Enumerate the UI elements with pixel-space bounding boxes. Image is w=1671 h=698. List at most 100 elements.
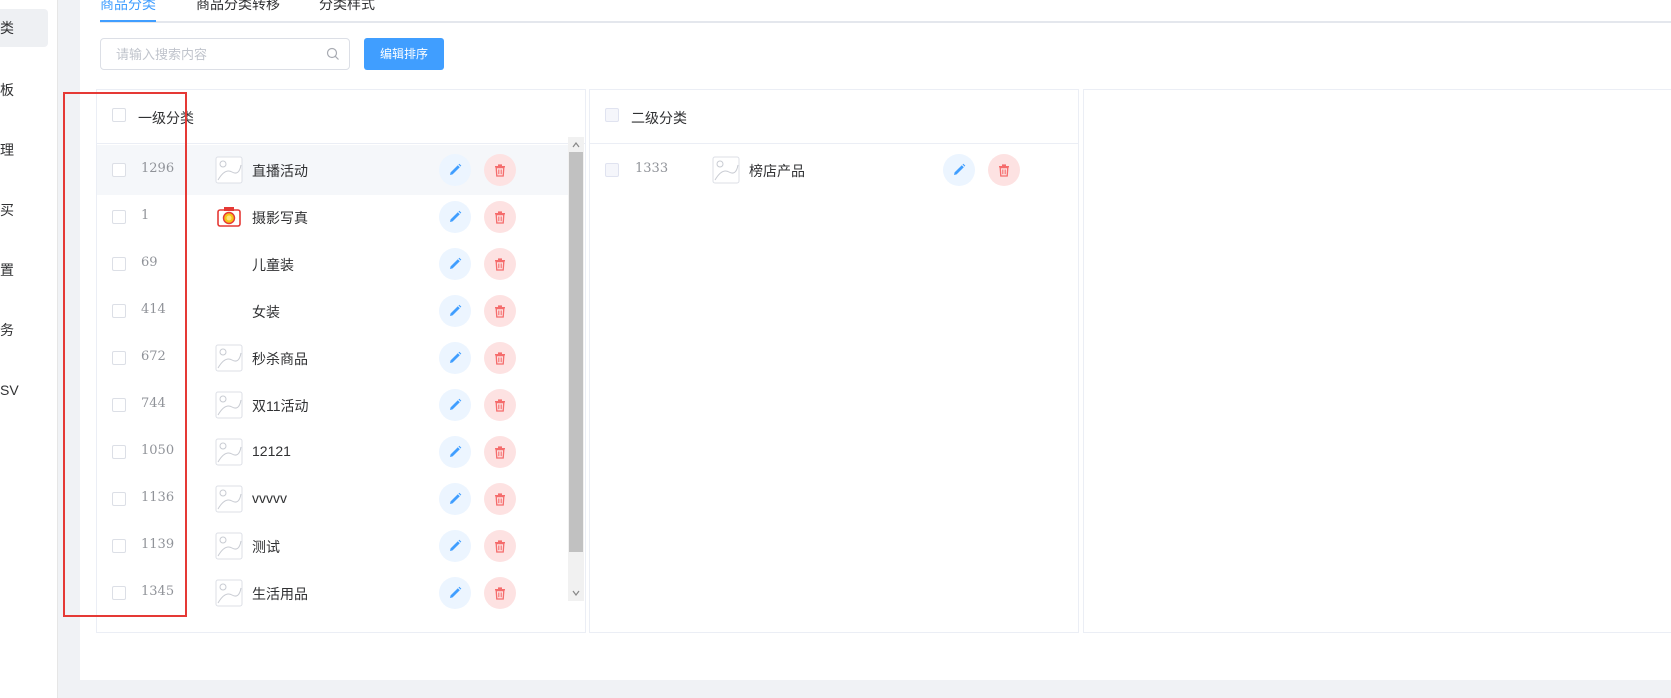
trash-icon [495,211,505,224]
sidebar-item-csv[interactable]: SV [0,371,48,409]
sidebar-item-settings[interactable]: 置 [0,251,48,289]
pencil-icon [450,163,462,175]
pencil-icon [450,351,462,363]
row-checkbox[interactable] [605,163,619,177]
sidebar-item-label: 务 [0,322,14,338]
image-placeholder-icon [712,156,740,184]
row-checkbox[interactable] [112,586,126,600]
sidebar: 类 板 理 买 置 务 SV [0,0,58,698]
category-name: 榜店产品 [749,163,805,179]
delete-button[interactable] [484,248,516,280]
sidebar-item-service[interactable]: 务 [0,311,48,349]
row-checkbox[interactable] [112,163,126,177]
image-placeholder-icon [215,532,243,560]
category-id: 1136 [141,490,175,505]
list-item[interactable]: 1139 测试 [97,521,569,571]
edit-button[interactable] [439,295,471,327]
tab-product-category[interactable]: 商品分类 [100,0,156,14]
trash-icon [495,540,505,553]
image-placeholder-icon [215,391,243,419]
delete-button[interactable] [484,436,516,468]
list-item[interactable]: 1 摄影写真 [97,192,569,242]
level2-category-panel: 二级分类 1333 榜店产品 [589,89,1079,633]
category-name: 双11活动 [252,398,309,414]
edit-button[interactable] [439,436,471,468]
tab-category-style[interactable]: 分类样式 [319,0,375,14]
delete-button[interactable] [484,342,516,374]
edit-button[interactable] [439,483,471,515]
row-checkbox[interactable] [112,257,126,271]
delete-button[interactable] [484,577,516,609]
list-item[interactable]: 744 双11活动 [97,380,569,430]
pencil-icon [450,539,462,551]
row-checkbox[interactable] [112,351,126,365]
scroll-thumb[interactable] [569,152,583,552]
edit-button[interactable] [439,577,471,609]
list-item[interactable]: 1345 生活用品 [97,568,569,618]
edit-sort-button[interactable]: 编辑排序 [364,38,444,70]
sidebar-item-label: 理 [0,142,14,158]
row-checkbox[interactable] [112,445,126,459]
delete-button[interactable] [484,389,516,421]
edit-button[interactable] [439,389,471,421]
search-input[interactable] [101,39,321,69]
category-id: 672 [141,349,166,364]
select-all-checkbox[interactable] [112,108,126,122]
list-item[interactable]: 1050 12121 [97,427,569,477]
sidebar-item-manage[interactable]: 理 [0,131,48,169]
camera-icon [215,203,243,231]
search-box [100,38,350,70]
pencil-icon [450,398,462,410]
edit-button[interactable] [439,248,471,280]
tab-bar: 商品分类 商品分类转移 分类样式 [100,0,1671,23]
category-id: 1333 [635,161,669,176]
delete-button[interactable] [484,154,516,186]
row-checkbox[interactable] [112,210,126,224]
delete-button[interactable] [484,483,516,515]
category-id: 1345 [141,584,175,599]
edit-button[interactable] [439,530,471,562]
trash-icon [495,493,505,506]
list-item[interactable]: 672 秒杀商品 [97,333,569,383]
level3-category-panel [1083,89,1671,633]
scroll-up-icon[interactable] [572,141,580,149]
list-item[interactable]: 414 女装 [97,286,569,336]
tab-category-transfer[interactable]: 商品分类转移 [196,0,280,14]
edit-button[interactable] [439,342,471,374]
select-all-checkbox[interactable] [605,108,619,122]
category-name: 儿童装 [252,257,294,273]
search-icon[interactable] [326,47,340,61]
delete-button[interactable] [484,530,516,562]
row-checkbox[interactable] [112,492,126,506]
pencil-icon [450,492,462,504]
edit-button[interactable] [439,154,471,186]
row-checkbox[interactable] [112,304,126,318]
edit-button[interactable] [943,154,975,186]
category-name: vvvvv [252,490,287,506]
trash-icon [495,305,505,318]
edit-button[interactable] [439,201,471,233]
pencil-icon [450,304,462,316]
sidebar-item-category[interactable]: 类 [0,9,48,47]
sidebar-item-buy[interactable]: 买 [0,191,48,229]
scroll-down-icon[interactable] [572,589,580,597]
row-checkbox[interactable] [112,539,126,553]
sidebar-item-template[interactable]: 板 [0,71,48,109]
category-name: 女装 [252,304,280,320]
delete-button[interactable] [484,295,516,327]
pencil-icon [450,586,462,598]
tab-active-indicator [100,20,156,22]
level2-title: 二级分类 [631,110,687,126]
category-id: 744 [141,396,166,411]
delete-button[interactable] [988,154,1020,186]
list-item[interactable]: 1136 vvvvv [97,474,569,524]
trash-icon [495,446,505,459]
level1-scrollbar[interactable] [568,137,584,601]
trash-icon [495,164,505,177]
delete-button[interactable] [484,201,516,233]
row-checkbox[interactable] [112,398,126,412]
image-placeholder-icon [215,438,243,466]
list-item[interactable]: 69 儿童装 [97,239,569,289]
list-item[interactable]: 1333 榜店产品 [590,145,1076,195]
list-item[interactable]: 1296 直播活动 [97,145,569,195]
